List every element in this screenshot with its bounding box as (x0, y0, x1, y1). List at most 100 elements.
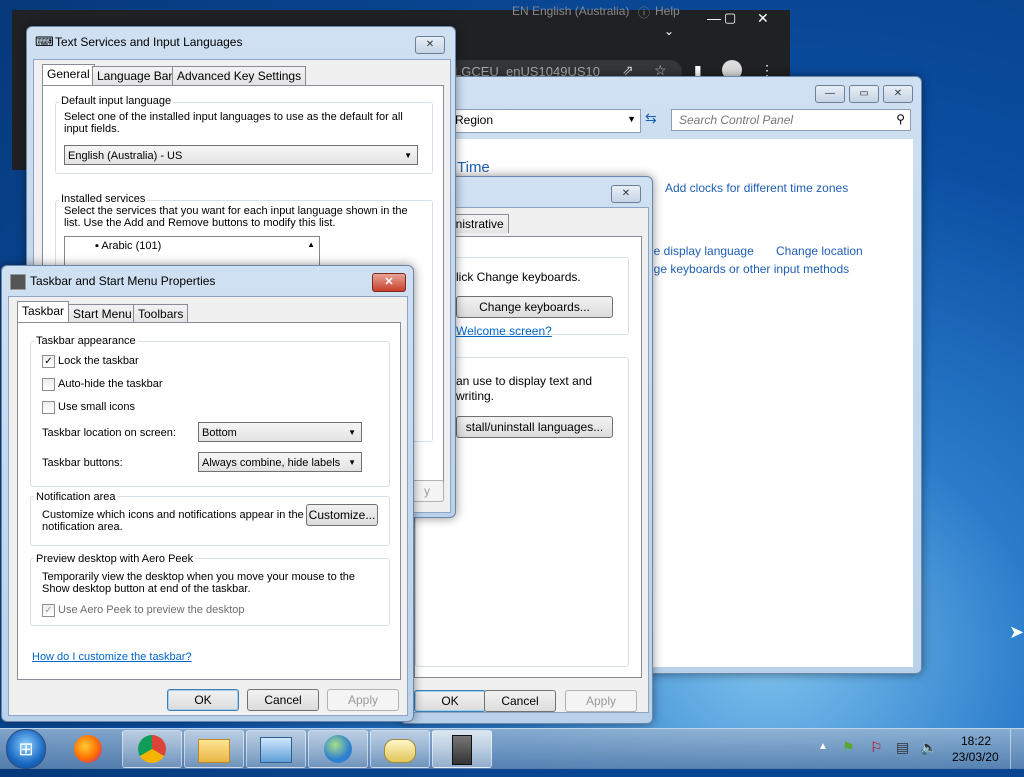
chevron-down-icon: ▼ (404, 151, 412, 160)
autohide-label: Auto-hide the taskbar (58, 378, 163, 390)
tab-general[interactable]: General (42, 64, 95, 86)
languages-text-2: writing. (456, 389, 495, 403)
search-placeholder: Search Control Panel (679, 113, 794, 127)
notification-area-label: Notification area (34, 491, 118, 503)
firefox-icon[interactable] (58, 730, 118, 768)
tab-start-menu[interactable]: Start Menu (68, 304, 137, 323)
search-input[interactable]: Search Control Panel ⚲ (671, 109, 911, 131)
list-item[interactable]: ▪ Arabic (101) (95, 240, 161, 252)
taskbar-properties-icon[interactable] (432, 730, 492, 768)
taskbar-properties-dialog: Taskbar and Start Menu Properties ✕ Task… (1, 265, 414, 722)
cancel-button[interactable]: Cancel (247, 689, 319, 711)
autohide-checkbox[interactable] (42, 378, 55, 391)
customize-button[interactable]: Customize... (306, 504, 378, 526)
flag-error-icon[interactable]: ⚐ (870, 739, 883, 756)
tab-toolbars[interactable]: Toolbars (133, 304, 189, 323)
taskbar-appearance-label: Taskbar appearance (34, 335, 138, 347)
apply-button[interactable]: Apply (327, 689, 399, 711)
notification-description: Customize which icons and notifications … (42, 509, 304, 533)
add-clocks-link[interactable]: Add clocks for different time zones (665, 181, 848, 195)
close-button[interactable]: ✕ (415, 36, 445, 54)
help-icon: ⓘ (638, 6, 651, 20)
clock-time[interactable]: 18:22 (961, 734, 991, 748)
show-desktop-button[interactable] (1010, 729, 1024, 769)
aero-peek-label: Preview desktop with Aero Peek (34, 553, 196, 565)
section-heading: Time (457, 159, 490, 176)
close-button[interactable]: ✕ (611, 185, 641, 203)
taskbar-properties-icon (10, 274, 26, 290)
chevron-down-icon: ▼ (348, 428, 356, 437)
start-orb-icon[interactable]: ⊞ (6, 729, 46, 769)
apply-button[interactable]: Apply (565, 690, 637, 712)
help-label: Help (655, 4, 680, 18)
ok-button[interactable]: OK (167, 689, 239, 711)
close-button[interactable]: ✕ (372, 273, 406, 292)
default-language-group: Select one of the installed input langua… (55, 102, 433, 174)
minimize-button[interactable]: — (815, 85, 845, 103)
address-text: Region (455, 113, 494, 127)
dialog-title: Text Services and Input Languages (55, 35, 243, 49)
languages-text-1: an use to display text and (456, 374, 593, 388)
tab-taskbar[interactable]: Taskbar (17, 301, 70, 323)
taskbar-properties-panel: Taskbar Start Menu Toolbars Taskbar appe… (8, 296, 408, 716)
install-languages-button[interactable]: stall/uninstall languages... (456, 416, 613, 438)
lock-taskbar-label: Lock the taskbar (58, 355, 139, 367)
folder-icon[interactable] (184, 730, 244, 768)
small-icons-checkbox[interactable] (42, 401, 55, 414)
tab-language-bar[interactable]: Language Bar (92, 66, 178, 85)
lock-taskbar-checkbox[interactable]: ✓ (42, 355, 55, 368)
refresh-icon[interactable]: ⇆ (645, 110, 657, 127)
scroll-up-icon[interactable]: ▲ (307, 240, 315, 249)
default-language-label: Default input language (59, 95, 174, 107)
welcome-screen-link[interactable]: Welcome screen? (456, 324, 552, 338)
network-icon[interactable]: ▤ (896, 739, 909, 756)
mouse-cursor-icon: ➤ (1009, 622, 1024, 642)
taskbar: ⊞ ▲ ⚑ ⚐ ▤ 🔈 18:22 23/03/20 (0, 728, 1024, 769)
change-display-language-link[interactable]: ge display language (647, 244, 754, 258)
keyboard-icon: ⌨ (35, 34, 54, 49)
installed-description: Select the services that you want for ea… (64, 205, 408, 229)
tab-advanced-key-settings[interactable]: Advanced Key Settings (172, 66, 307, 85)
close-button[interactable]: ✕ (757, 10, 769, 27)
minimize-button[interactable]: — (707, 10, 721, 26)
maximize-button[interactable]: ▭ (849, 85, 879, 103)
maximize-button[interactable]: ▢ (724, 10, 736, 26)
globe-clock-icon[interactable] (308, 730, 368, 768)
change-location-link[interactable]: Change location (776, 244, 863, 258)
keyboards-text: lick Change keyboards. (456, 270, 581, 284)
clock-date[interactable]: 23/03/20 (952, 750, 999, 764)
taskbar-buttons-select[interactable]: Always combine, hide labels ▼ (198, 452, 362, 472)
default-description: Select one of the installed input langua… (64, 111, 403, 135)
search-icon[interactable]: ⚲ (896, 112, 905, 126)
taskbar-buttons-label: Taskbar buttons: (42, 457, 123, 469)
chevron-down-icon: ▼ (348, 458, 356, 467)
chevron-down-icon[interactable]: ▼ (627, 114, 636, 124)
chrome-icon[interactable] (122, 730, 182, 768)
keyboard-icon[interactable] (370, 730, 430, 768)
taskbar-tab-body: Taskbar appearance ✓ Lock the taskbar Au… (17, 322, 401, 680)
aero-peek-description: Temporarily view the desktop when you mo… (42, 571, 356, 595)
taskbar-location-select[interactable]: Bottom ▼ (198, 422, 362, 442)
aero-peek-check-label: Use Aero Peek to preview the desktop (58, 604, 245, 616)
dialog-title: Taskbar and Start Menu Properties (30, 274, 216, 288)
taskbar-location-label: Taskbar location on screen: (42, 427, 176, 439)
volume-icon[interactable]: 🔈 (920, 739, 937, 756)
installed-services-label: Installed services (59, 193, 148, 205)
apply-button[interactable]: y (410, 480, 444, 502)
help-link[interactable]: How do I customize the taskbar? (32, 651, 192, 663)
show-hidden-icons-icon[interactable]: ▲ (818, 741, 828, 752)
default-language-select[interactable]: English (Australia) - US ▼ (64, 145, 418, 165)
change-keyboards-button[interactable]: Change keyboards... (456, 296, 613, 318)
cancel-button[interactable]: Cancel (484, 690, 556, 712)
small-icons-label: Use small icons (58, 401, 136, 413)
tab-administrative[interactable]: inistrative (448, 214, 509, 233)
aero-peek-checkbox[interactable]: ✓ (42, 604, 55, 617)
change-keyboards-link[interactable]: nge keyboards or other input methods (647, 262, 849, 276)
chevron-down-icon[interactable]: ⌄ (664, 24, 674, 38)
control-panel-icon[interactable] (246, 730, 306, 768)
close-button[interactable]: ✕ (883, 85, 913, 103)
ok-button[interactable]: OK (414, 690, 486, 712)
language-indicator: EN English (Australia) (512, 4, 630, 18)
address-bar[interactable]: Region ▼ (449, 109, 641, 133)
action-center-icon[interactable]: ⚑ (842, 739, 855, 756)
